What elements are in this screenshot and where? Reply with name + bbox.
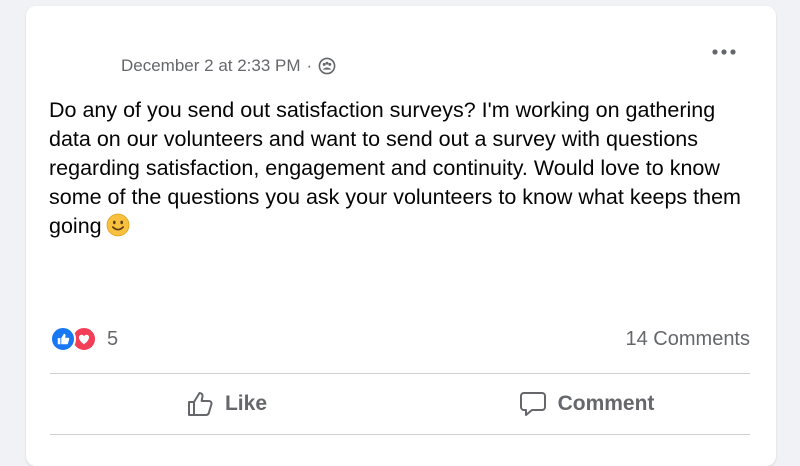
post-timestamp[interactable]: December 2 at 2:33 PM [121, 56, 301, 76]
smiley-emoji-icon [106, 213, 130, 237]
post-text: Do any of you send out satisfaction surv… [49, 98, 741, 238]
reactions-summary[interactable]: 5 [50, 326, 118, 352]
like-label: Like [224, 392, 268, 415]
group-audience-icon[interactable] [318, 57, 336, 75]
divider [50, 373, 750, 374]
comments-count-link[interactable]: 14 Comments [626, 328, 751, 351]
comment-bubble-icon [519, 392, 546, 416]
comment-button[interactable]: Comment [476, 382, 696, 426]
divider [50, 434, 750, 435]
more-options-icon [712, 49, 736, 55]
meta-separator: · [306, 56, 313, 75]
like-reaction-icon [50, 326, 76, 352]
comment-label: Comment [557, 392, 655, 415]
thumbs-up-icon [187, 392, 213, 416]
reaction-count: 5 [107, 327, 119, 350]
post-card: December 2 at 2:33 PM · Do any of you se… [26, 6, 776, 466]
post-meta: December 2 at 2:33 PM · [121, 56, 336, 76]
like-button[interactable]: Like [146, 382, 306, 426]
post-body: Do any of you send out satisfaction surv… [49, 96, 749, 241]
more-options-button[interactable] [706, 38, 742, 66]
